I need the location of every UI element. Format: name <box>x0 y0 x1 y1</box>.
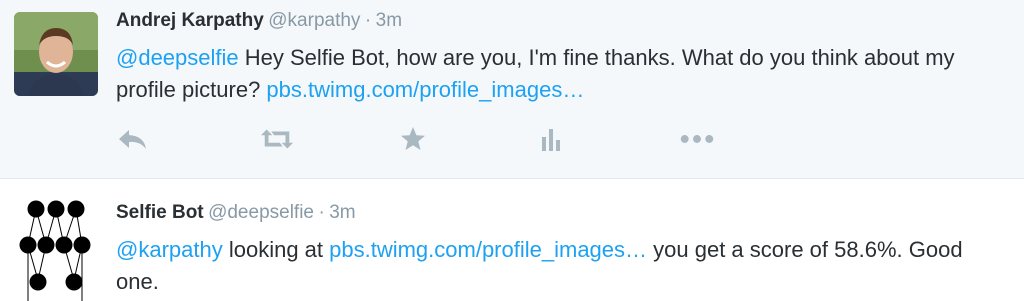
analytics-button[interactable] <box>534 122 568 156</box>
mention-link[interactable]: @karpathy <box>116 237 223 262</box>
avatar[interactable] <box>14 200 98 301</box>
timestamp[interactable]: 3m <box>376 10 402 31</box>
separator: · <box>364 10 372 31</box>
favorite-icon <box>401 127 425 150</box>
timestamp[interactable]: 3m <box>329 202 355 223</box>
more-button[interactable] <box>680 122 714 156</box>
tweet-header: Andrej Karpathy @karpathy · 3m <box>116 10 402 32</box>
retweet-button[interactable] <box>260 122 294 156</box>
tweet-actions <box>116 122 736 156</box>
author-name[interactable]: Andrej Karpathy <box>116 10 264 31</box>
tweet-text: @karpathy looking at pbs.twimg.com/profi… <box>116 234 996 298</box>
url-link[interactable]: pbs.twimg.com/profile_images… <box>266 77 584 102</box>
reply-button[interactable] <box>116 122 150 156</box>
neural-network-avatar <box>19 200 91 301</box>
tweet-text: @deepselfie Hey Selfie Bot, how are you,… <box>116 42 996 106</box>
avatar-photo <box>14 12 98 96</box>
tweet-header: Selfie Bot @deepselfie · 3m <box>116 202 356 224</box>
reply-icon <box>119 130 146 149</box>
separator: · <box>318 202 325 223</box>
author-handle[interactable]: @karpathy <box>268 10 360 31</box>
avatar[interactable] <box>14 12 98 96</box>
more-icon <box>680 135 714 143</box>
mention-link[interactable]: @deepselfie <box>116 45 239 70</box>
favorite-button[interactable] <box>396 122 430 156</box>
url-link[interactable]: pbs.twimg.com/profile_images… <box>329 237 647 262</box>
author-name[interactable]: Selfie Bot <box>116 202 204 223</box>
author-handle[interactable]: @deepselfie <box>208 202 314 223</box>
tweet-text-content: looking at <box>222 237 330 262</box>
analytics-icon <box>542 129 560 151</box>
retweet-icon <box>260 129 294 149</box>
